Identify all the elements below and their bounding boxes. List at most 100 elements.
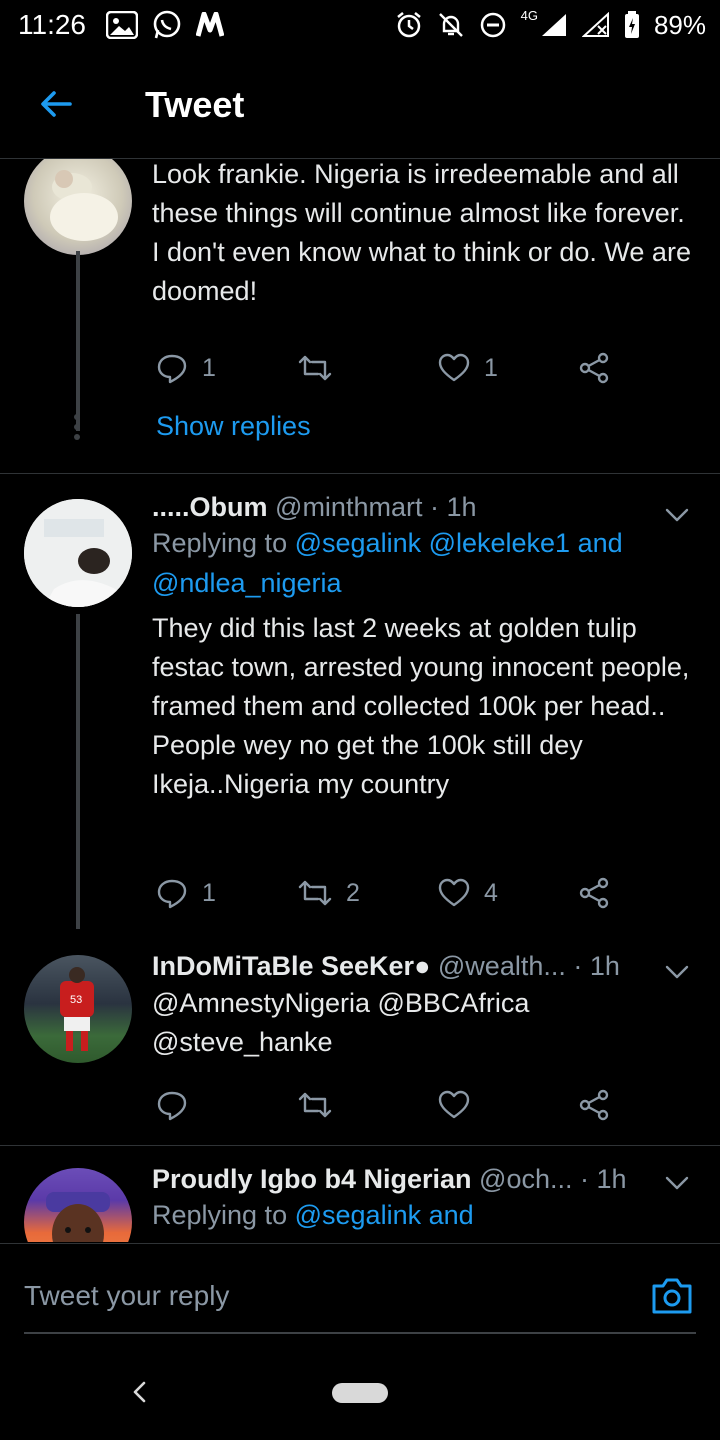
like-count: 1 [484, 353, 498, 382]
arrow-left-icon[interactable] [36, 84, 76, 124]
nav-back-icon[interactable] [126, 1377, 152, 1407]
retweet-icon [298, 1092, 332, 1118]
replying-prefix: Replying to [152, 1200, 288, 1230]
share-icon [579, 352, 609, 384]
tweet-time: · 1h [580, 1164, 627, 1194]
replying-to: Replying to @segalink @lekeleke1 and @nd… [152, 523, 697, 603]
retweet-button[interactable] [298, 1085, 332, 1125]
author-name[interactable]: .....Obum [152, 492, 268, 522]
status-bar: 11:26 4G 89% [0, 0, 720, 52]
tweet-text[interactable]: @AmnestyNigeria @BBCAfrica @steve_hanke [152, 984, 697, 1062]
thread-line [76, 614, 80, 929]
tweet-time: · 1h [429, 492, 477, 522]
thread-line [76, 251, 80, 431]
reply-button[interactable] [156, 1085, 188, 1125]
nairaland-icon [196, 12, 224, 37]
tweet-actions: 1 1 [152, 348, 622, 388]
app-header: Tweet [0, 52, 720, 159]
tweet-feed[interactable]: Look frankie. Nigeria is irredeemable an… [0, 159, 720, 1242]
reply-count: 1 [202, 353, 216, 382]
status-right-icons: 4G 89% [395, 8, 706, 42]
avatar[interactable] [24, 159, 132, 255]
reply-button[interactable]: 1 [156, 348, 216, 388]
tweet-meta: InDoMiTaBle SeeKer● @wealth... · 1h [152, 951, 697, 982]
tweet-body: Proudly Igbo b4 Nigerian @och... · 1h Re… [152, 1164, 697, 1235]
like-button[interactable]: 4 [438, 873, 498, 913]
user-photo-icon [46, 1192, 110, 1242]
battery-icon [624, 11, 639, 38]
alarm-icon [396, 12, 421, 38]
system-nav-bar [0, 1353, 720, 1440]
share-button[interactable] [578, 1085, 610, 1125]
heart-icon [438, 353, 470, 382]
tweet-actions: 1 2 4 [152, 873, 622, 913]
reply-icon [157, 354, 187, 384]
author-name[interactable]: InDoMiTaBle SeeKer● [152, 951, 430, 981]
signal-icon [541, 14, 566, 36]
tweet-body: .....Obum @minthmart · 1h Replying to @s… [152, 492, 697, 804]
tweet-meta: .....Obum @minthmart · 1h [152, 492, 697, 523]
photo-icon [106, 11, 138, 39]
heart-icon [438, 878, 470, 907]
jersey-number: 53 [70, 994, 82, 1006]
tweet-body: InDoMiTaBle SeeKer● @wealth... · 1h @Amn… [152, 951, 697, 1062]
author-handle[interactable]: @minthmart [275, 492, 422, 522]
tweet-meta: Proudly Igbo b4 Nigerian @och... · 1h [152, 1164, 697, 1195]
whatsapp-icon [153, 10, 181, 39]
like-button[interactable] [438, 1085, 470, 1125]
author-handle[interactable]: @wealth... [438, 951, 566, 981]
avatar[interactable]: 53 [24, 955, 132, 1063]
chevron-down-icon[interactable] [662, 500, 692, 530]
tweet-item[interactable]: Look frankie. Nigeria is irredeemable an… [0, 159, 720, 475]
retweet-icon [298, 880, 332, 906]
more-thread-dots-icon [74, 414, 80, 440]
reply-icon [157, 1091, 187, 1121]
share-button[interactable] [578, 348, 610, 388]
tweet-item[interactable]: .....Obum @minthmart · 1h Replying to @s… [0, 474, 720, 929]
avatar[interactable] [24, 499, 132, 607]
like-button[interactable]: 1 [438, 348, 498, 388]
share-button[interactable] [578, 873, 610, 913]
tweet-time: · 1h [573, 951, 620, 981]
reply-composer: Tweet your reply [0, 1243, 720, 1354]
replying-prefix: Replying to [152, 528, 288, 558]
tweet-body: Look frankie. Nigeria is irredeemable an… [152, 159, 697, 311]
heart-icon [438, 1090, 470, 1119]
tweet-text: Look frankie. Nigeria is irredeemable an… [152, 159, 691, 306]
user-photo-icon [24, 499, 132, 607]
network-type: 4G [520, 8, 538, 23]
replying-to: Replying to @segalink and [152, 1195, 697, 1235]
author-handle[interactable]: @och... [479, 1164, 572, 1194]
tweet-text-2: People wey no get the 100k still dey Ike… [152, 730, 583, 799]
share-icon [579, 877, 609, 909]
retweet-icon [298, 355, 332, 381]
show-replies-link[interactable]: Show replies [156, 411, 311, 442]
retweet-count: 2 [346, 878, 360, 907]
status-left-icons [106, 8, 224, 42]
tweet-actions [152, 1085, 622, 1125]
reply-icon [157, 879, 187, 909]
camera-icon[interactable] [650, 1276, 694, 1316]
tweet-item[interactable]: Proudly Igbo b4 Nigerian @och... · 1h Re… [0, 1146, 720, 1242]
retweet-button[interactable] [298, 348, 346, 388]
tweet-text: They did this last 2 weeks at golden tul… [152, 613, 690, 721]
share-icon [579, 1089, 609, 1121]
retweet-button[interactable]: 2 [298, 873, 360, 913]
avatar[interactable] [24, 1168, 132, 1242]
baby-photo-icon [50, 170, 118, 241]
tweet-item[interactable]: 53 InDoMiTaBle SeeKer● @wealth... · 1h @… [0, 939, 720, 1143]
reply-input[interactable]: Tweet your reply [24, 1280, 229, 1312]
replying-handles[interactable]: @segalink and [295, 1200, 474, 1230]
notifications-off-icon [438, 13, 463, 37]
like-count: 4 [484, 878, 498, 907]
author-name[interactable]: Proudly Igbo b4 Nigerian [152, 1164, 472, 1194]
signal-x-icon [581, 12, 609, 37]
status-time: 11:26 [18, 9, 86, 40]
page-title: Tweet [145, 84, 245, 125]
home-pill-icon[interactable] [332, 1383, 388, 1403]
chevron-down-icon[interactable] [662, 957, 692, 987]
battery-percent: 89% [653, 9, 706, 40]
reply-button[interactable]: 1 [156, 873, 216, 913]
reply-count: 1 [202, 878, 216, 907]
chevron-down-icon[interactable] [662, 1168, 692, 1198]
